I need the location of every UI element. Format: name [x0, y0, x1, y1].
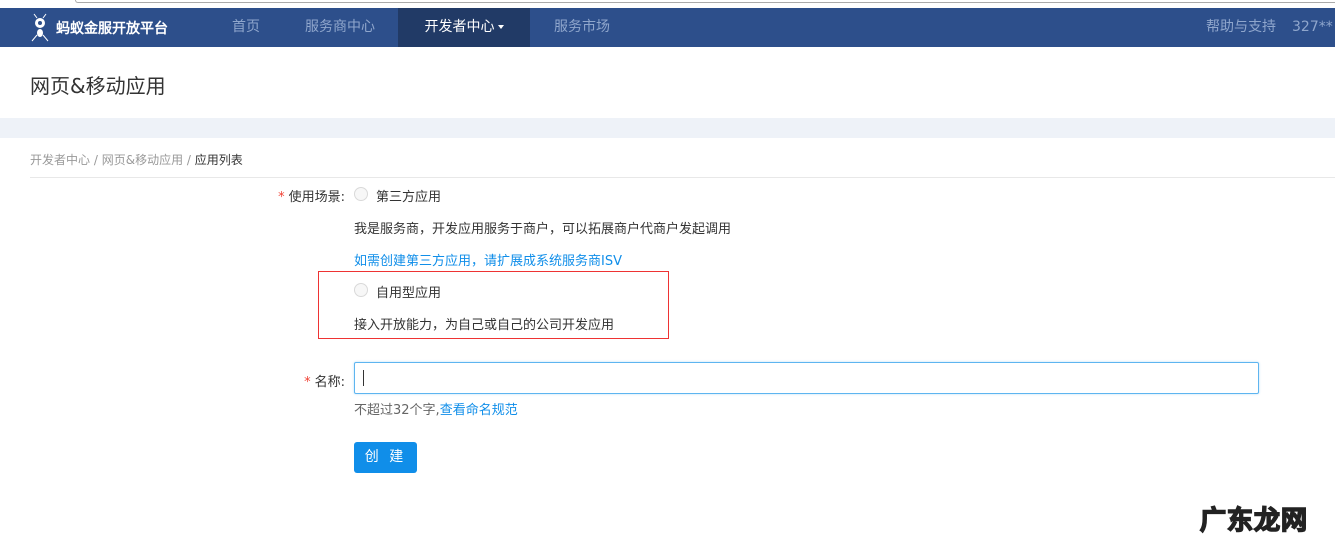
breadcrumb-developer-center[interactable]: 开发者中心 — [30, 153, 90, 167]
option-third-party-desc: 我是服务商，开发应用服务于商户，可以拓展商户代商户发起调用 — [354, 222, 732, 237]
create-button[interactable]: 创 建 — [354, 442, 417, 473]
nav-market[interactable]: 服务市场 — [538, 8, 626, 47]
isv-upgrade-link[interactable]: 如需创建第三方应用，请扩展成系统服务商ISV — [354, 250, 622, 269]
ant-logo-icon — [31, 13, 49, 41]
nav-developer-center-label: 开发者中心 — [424, 19, 495, 35]
name-hint: 不超过32个字,查看命名规范 — [354, 399, 518, 418]
breadcrumb-separator: / — [186, 153, 191, 167]
option-self-use-label[interactable]: 自用型应用 — [376, 282, 441, 301]
divider — [30, 177, 1335, 178]
name-label: * 名称: — [304, 371, 345, 390]
option-self-use-desc: 接入开放能力，为自己或自己的公司开发应用 — [354, 318, 615, 333]
name-label-text: 名称: — [314, 375, 345, 390]
name-hint-text: 不超过32个字, — [354, 403, 440, 418]
nav-help[interactable]: 帮助与支持 — [1196, 8, 1286, 47]
browser-edge — [0, 0, 1335, 8]
option-third-party-label[interactable]: 第三方应用 — [376, 186, 441, 205]
nav-home[interactable]: 首页 — [214, 8, 278, 47]
caret-down-icon — [497, 25, 504, 29]
breadcrumb: 开发者中心 / 网页&移动应用 / 应用列表 — [30, 151, 243, 168]
scene-label: * 使用场景: — [278, 186, 345, 205]
watermark: 广东龙网 — [1199, 505, 1309, 537]
name-input[interactable] — [354, 362, 1259, 394]
required-asterisk: * — [278, 190, 285, 205]
breadcrumb-web-mobile[interactable]: 网页&移动应用 — [102, 153, 183, 167]
radio-self-use[interactable] — [354, 283, 368, 297]
radio-third-party[interactable] — [354, 187, 368, 201]
scene-label-text: 使用场景: — [288, 190, 345, 205]
top-nav: 蚂蚁金服开放平台 首页 服务商中心 开发者中心 服务市场 帮助与支持 327** — [0, 8, 1335, 47]
naming-rules-link[interactable]: 查看命名规范 — [440, 403, 518, 418]
page-title: 网页&移动应用 — [30, 74, 166, 98]
brand-logo[interactable]: 蚂蚁金服开放平台 — [30, 12, 168, 43]
user-account[interactable]: 327** — [1292, 8, 1335, 47]
nav-isv-center[interactable]: 服务商中心 — [290, 8, 390, 47]
address-bar-edge — [75, 0, 1335, 3]
brand-name: 蚂蚁金服开放平台 — [56, 20, 168, 37]
breadcrumb-current: 应用列表 — [194, 153, 243, 167]
divider-band — [0, 118, 1335, 138]
required-asterisk: * — [304, 375, 311, 390]
nav-developer-center[interactable]: 开发者中心 — [398, 8, 530, 47]
text-cursor — [363, 370, 364, 386]
breadcrumb-separator: / — [93, 153, 98, 167]
